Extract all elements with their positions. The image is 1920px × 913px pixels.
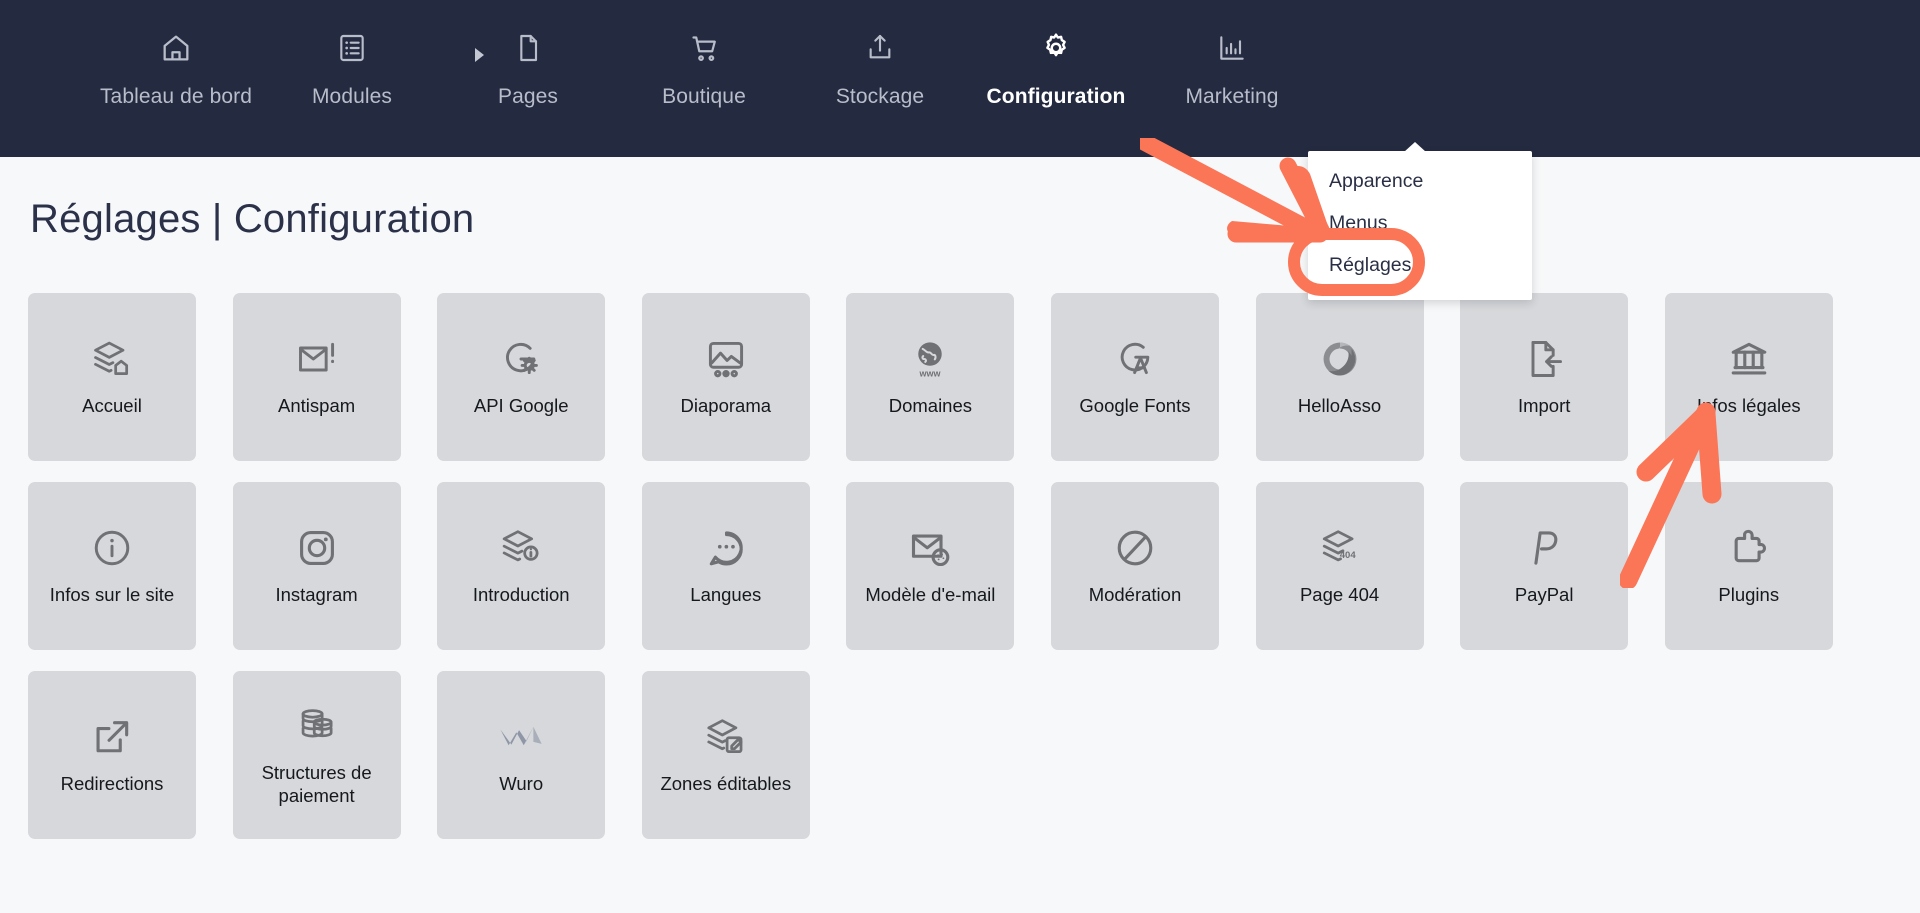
tile-label: Domaines bbox=[888, 395, 973, 416]
tile-plugins[interactable]: Plugins bbox=[1664, 482, 1833, 650]
image-carousel-icon bbox=[700, 333, 752, 385]
tile-moderation[interactable]: Modération bbox=[1050, 482, 1219, 650]
nav-item-tableau-de-bord[interactable]: Tableau de bord bbox=[88, 0, 264, 157]
tile-label: Zones éditables bbox=[660, 773, 792, 794]
tile-label: Infos légales bbox=[1696, 395, 1801, 416]
tile-infos-legales[interactable]: Infos légales bbox=[1664, 293, 1833, 461]
tile-label: Redirections bbox=[60, 773, 164, 794]
tile-redirections[interactable]: Redirections bbox=[28, 671, 196, 839]
nav-label: Configuration bbox=[986, 85, 1126, 108]
layers-404-icon: 404 bbox=[1314, 522, 1366, 574]
page-icon bbox=[512, 26, 544, 70]
wuro-icon bbox=[495, 711, 547, 763]
nav-label: Boutique bbox=[662, 85, 746, 108]
bank-icon bbox=[1723, 333, 1775, 385]
tile-label: Google Fonts bbox=[1079, 395, 1191, 416]
tile-paypal[interactable]: PayPal bbox=[1460, 482, 1629, 650]
instagram-icon bbox=[291, 522, 343, 574]
tile-label: Infos sur le site bbox=[49, 584, 175, 605]
tile-instagram[interactable]: Instagram bbox=[232, 482, 401, 650]
tile-label: HelloAsso bbox=[1297, 395, 1382, 416]
file-import-icon bbox=[1518, 333, 1570, 385]
tile-label: Structures de paiement bbox=[261, 761, 372, 806]
tile-wuro[interactable]: Wuro bbox=[437, 671, 606, 839]
globe-www-icon: www bbox=[904, 333, 956, 385]
tile-label: Modération bbox=[1088, 584, 1182, 605]
nav-label: Pages bbox=[497, 85, 559, 108]
ban-icon bbox=[1109, 522, 1161, 574]
layers-home-icon bbox=[86, 333, 138, 385]
google-gear-icon bbox=[495, 333, 547, 385]
svg-text:www: www bbox=[919, 369, 941, 379]
tile-structures-de-paiement[interactable]: Structures de paiement bbox=[232, 671, 401, 839]
helloasso-circle-icon bbox=[1314, 333, 1366, 385]
tile-label: Antispam bbox=[278, 395, 356, 416]
coins-stack-icon bbox=[291, 700, 343, 752]
mail-alert-icon bbox=[291, 333, 343, 385]
tile-label: Diaporama bbox=[680, 395, 772, 416]
nav-item-pages[interactable]: Pages bbox=[440, 0, 616, 157]
settings-tile-grid: Accueil Antispam API Google Diaporama ww… bbox=[28, 293, 1894, 839]
tile-label: Wuro bbox=[499, 773, 544, 794]
tile-import[interactable]: Import bbox=[1460, 293, 1629, 461]
gear-icon bbox=[1039, 26, 1073, 70]
tile-label: Import bbox=[1517, 395, 1571, 416]
cart-icon bbox=[688, 26, 721, 70]
mail-palette-icon bbox=[904, 522, 956, 574]
page-title: Réglages | Configuration bbox=[30, 197, 475, 241]
tile-accueil[interactable]: Accueil bbox=[28, 293, 196, 461]
chevron-right-icon[interactable] bbox=[475, 48, 484, 62]
tile-api-google[interactable]: API Google bbox=[437, 293, 606, 461]
nav-item-configuration[interactable]: Configuration bbox=[968, 0, 1144, 157]
tile-google-fonts[interactable]: Google Fonts bbox=[1050, 293, 1219, 461]
grid-spacer bbox=[1869, 482, 1920, 650]
annotation-ring-reglages bbox=[1288, 228, 1425, 296]
tile-label: Introduction bbox=[472, 584, 570, 605]
speech-bubble-icon bbox=[700, 522, 752, 574]
dropdown-pointer bbox=[1404, 142, 1426, 152]
paypal-icon bbox=[1518, 522, 1570, 574]
nav-item-stockage[interactable]: Stockage bbox=[792, 0, 968, 157]
layers-edit-icon bbox=[700, 711, 752, 763]
tile-label: Accueil bbox=[82, 395, 142, 416]
dropdown-item-apparence[interactable]: Apparence bbox=[1308, 160, 1532, 202]
tile-zones-editables[interactable]: Zones éditables bbox=[641, 671, 810, 839]
tile-infos-sur-le-site[interactable]: Infos sur le site bbox=[28, 482, 196, 650]
tile-label: API Google bbox=[473, 395, 569, 416]
tile-page-404[interactable]: 404 Page 404 bbox=[1255, 482, 1424, 650]
tile-antispam[interactable]: Antispam bbox=[232, 293, 401, 461]
tile-modele-d-e-mail[interactable]: Modèle d'e-mail bbox=[846, 482, 1015, 650]
nav-item-modules[interactable]: Modules bbox=[264, 0, 440, 157]
google-fonts-icon bbox=[1109, 333, 1161, 385]
puzzle-icon bbox=[1723, 522, 1775, 574]
tile-introduction[interactable]: Introduction bbox=[437, 482, 606, 650]
tile-label: PayPal bbox=[1514, 584, 1574, 605]
tile-langues[interactable]: Langues bbox=[641, 482, 810, 650]
tile-label: Modèle d'e-mail bbox=[865, 584, 996, 605]
upload-icon bbox=[864, 26, 896, 70]
grid-spacer bbox=[1869, 293, 1920, 461]
tile-diaporama[interactable]: Diaporama bbox=[641, 293, 810, 461]
info-circle-icon bbox=[86, 522, 138, 574]
nav-label: Marketing bbox=[1185, 85, 1279, 108]
nav-item-boutique[interactable]: Boutique bbox=[616, 0, 792, 157]
nav-label: Tableau de bord bbox=[99, 85, 253, 108]
tile-domaines[interactable]: www Domaines bbox=[846, 293, 1015, 461]
external-link-icon bbox=[86, 711, 138, 763]
nav-label: Stockage bbox=[835, 85, 925, 108]
top-navigation-bar: Tableau de bord Modules Pages Boutique S… bbox=[0, 0, 1920, 157]
tile-label: Page 404 bbox=[1299, 584, 1380, 605]
layers-info-icon bbox=[495, 522, 547, 574]
tile-label: Instagram bbox=[275, 584, 358, 605]
tile-helloasso[interactable]: HelloAsso bbox=[1255, 293, 1424, 461]
bar-chart-icon bbox=[1216, 26, 1248, 70]
tile-label: Plugins bbox=[1718, 584, 1780, 605]
list-icon bbox=[336, 26, 368, 70]
home-icon bbox=[159, 26, 193, 70]
nav-label: Modules bbox=[311, 85, 393, 108]
svg-text:404: 404 bbox=[1339, 550, 1356, 561]
nav-item-marketing[interactable]: Marketing bbox=[1144, 0, 1320, 157]
tile-label: Langues bbox=[690, 584, 762, 605]
